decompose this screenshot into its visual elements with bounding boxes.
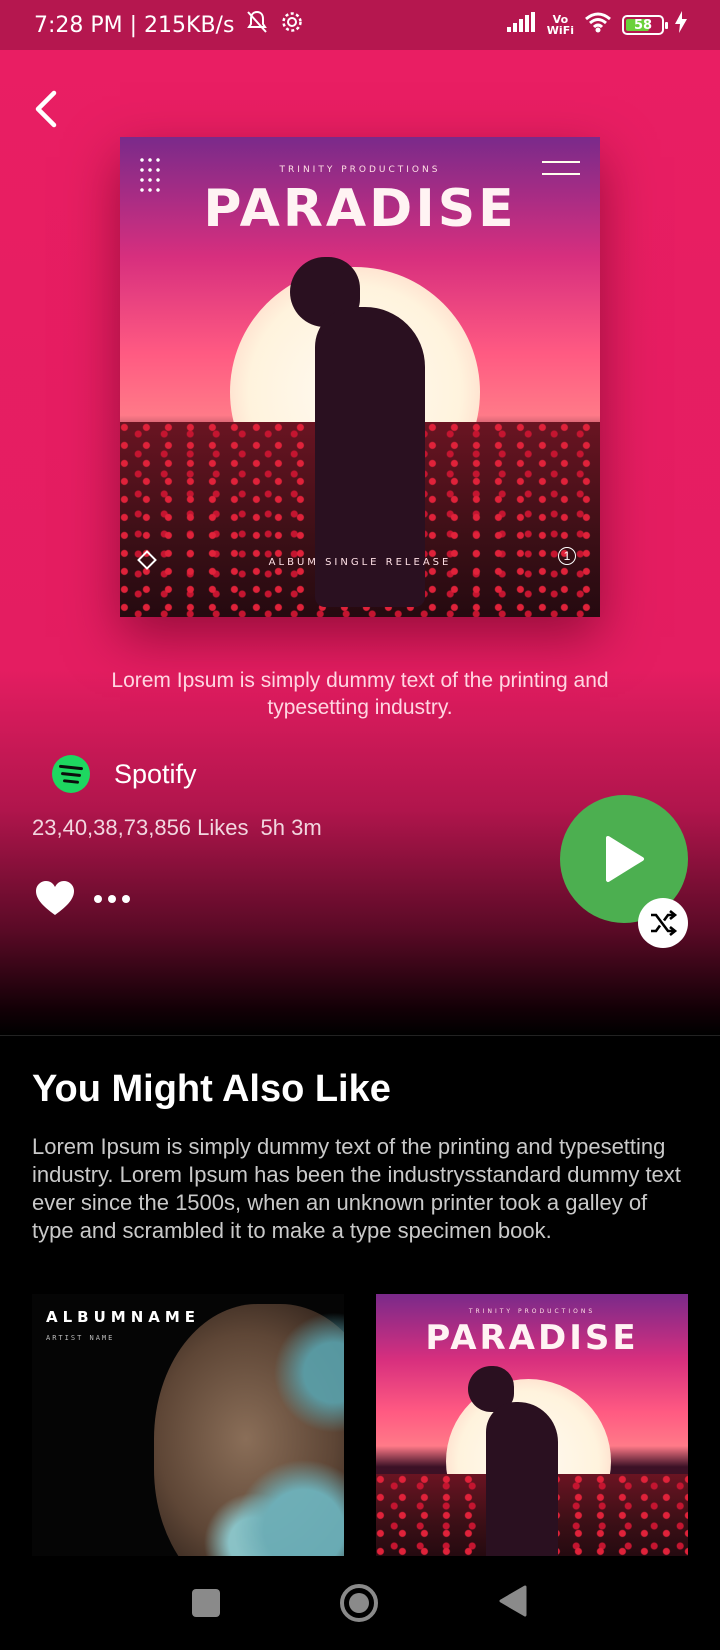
album-actions <box>34 878 130 920</box>
album-art-splash <box>144 1294 344 1556</box>
status-right: Vo WiFi 58 <box>506 11 688 39</box>
mute-bell-icon <box>244 9 270 41</box>
album-cover-art: TRINITY PRODUCTIONS PARADISE <box>376 1294 688 1556</box>
cover-badge: 1 <box>558 547 576 565</box>
triangle-back-icon <box>499 1585 527 1616</box>
likes-count: 23,40,38,73,856 Likes <box>32 815 249 840</box>
section-divider <box>0 1035 720 1036</box>
shuffle-icon <box>651 909 678 937</box>
system-nav-bar <box>0 1556 720 1650</box>
status-left: 7:28 PM | 215KB/s <box>34 9 304 41</box>
spotify-logo-icon <box>52 755 90 793</box>
heart-icon <box>36 881 74 915</box>
cover-dots-icon <box>138 155 162 195</box>
recommended-album-artist: ARTIST NAME <box>46 1334 115 1342</box>
recents-button[interactable] <box>192 1589 220 1617</box>
cover-publisher: TRINITY PRODUCTIONS <box>468 1308 596 1315</box>
status-time-speed: 7:28 PM | 215KB/s <box>34 12 235 38</box>
vowifi-bottom: WiFi <box>546 24 574 37</box>
recommended-album-name: ALBUMNAME <box>46 1308 201 1326</box>
album-cover-art: TRINITY PRODUCTIONS PARADISE ALBUM SINGL… <box>120 137 600 617</box>
source-row[interactable]: Spotify <box>52 755 197 793</box>
signal-icon <box>506 12 537 38</box>
wifi-icon <box>584 11 612 39</box>
settings-gear-icon <box>280 10 304 40</box>
album-hero: TRINITY PRODUCTIONS PARADISE ALBUM SINGL… <box>0 50 720 1035</box>
play-icon <box>606 836 644 882</box>
album-duration: 5h 3m <box>260 815 322 840</box>
cover-title: PARADISE <box>425 1318 639 1358</box>
recommendations-title: You Might Also Like <box>32 1068 391 1110</box>
recommended-album-card[interactable]: ALBUMNAME ARTIST NAME <box>32 1294 344 1556</box>
cover-caption: ALBUM SINGLE RELEASE <box>268 557 452 568</box>
status-bar: 7:28 PM | 215KB/s Vo WiFi 58 <box>0 0 720 50</box>
cover-badge-number: 1 <box>563 549 571 563</box>
album-description: Lorem Ipsum is simply dummy text of the … <box>111 669 609 719</box>
cover-waves-icon <box>542 161 580 175</box>
home-button[interactable] <box>340 1584 378 1622</box>
like-button[interactable] <box>34 878 76 920</box>
recommendations-description: Lorem Ipsum is simply dummy text of the … <box>32 1134 681 1243</box>
album-cover: TRINITY PRODUCTIONS PARADISE ALBUM SINGL… <box>120 137 600 617</box>
home-dot-icon <box>349 1593 369 1613</box>
cover-title: PARADISE <box>203 179 517 239</box>
recommended-album-card[interactable]: TRINITY PRODUCTIONS PARADISE <box>376 1294 688 1556</box>
battery-icon: 58 <box>622 15 668 35</box>
cover-publisher: TRINITY PRODUCTIONS <box>279 165 441 175</box>
chevron-left-icon <box>35 90 57 128</box>
battery-level: 58 <box>633 17 653 33</box>
back-button[interactable] <box>30 85 70 135</box>
charging-bolt-icon <box>674 11 688 39</box>
source-name: Spotify <box>114 758 197 789</box>
vowifi-indicator: Vo WiFi <box>547 14 574 36</box>
more-horizontal-icon <box>94 895 130 903</box>
back-nav-button[interactable] <box>498 1584 528 1623</box>
album-meta: 23,40,38,73,856 Likes 5h 3m <box>32 815 322 841</box>
more-options-button[interactable] <box>94 878 130 920</box>
shuffle-button[interactable] <box>638 898 688 948</box>
